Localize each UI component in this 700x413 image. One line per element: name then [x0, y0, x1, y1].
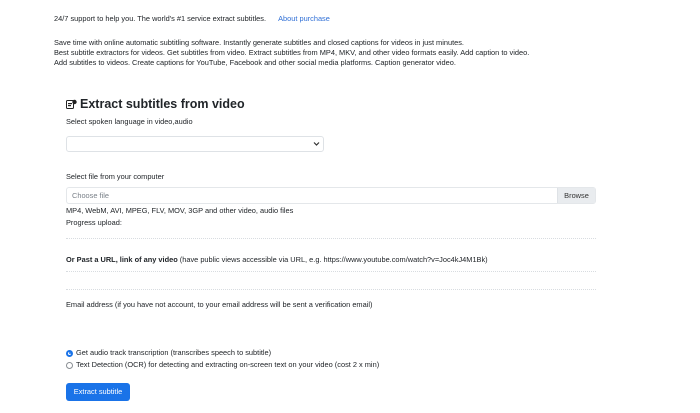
support-text: 24/7 support to help you. The world's #1… — [54, 14, 267, 23]
file-label: Select file from your computer — [66, 172, 165, 181]
email-label: Email address (if you have not account, … — [66, 300, 373, 309]
extract-subtitle-button[interactable]: Extract subtitle — [66, 383, 130, 401]
option-ocr[interactable]: Text Detection (OCR) for detecting and e… — [66, 360, 379, 370]
support-line: 24/7 support to help you. The world's #1… — [54, 14, 330, 24]
url-label-bold: Or Past a URL, link of any video — [66, 255, 178, 264]
language-label: Select spoken language in video,audio — [66, 117, 193, 126]
chevron-down-icon — [313, 140, 320, 150]
form-title: Extract subtitles from video — [66, 97, 245, 111]
option-transcription[interactable]: Get audio track transcription (transcrib… — [66, 348, 271, 358]
option-ocr-label: Text Detection (OCR) for detecting and e… — [76, 360, 380, 369]
option-transcription-label: Get audio track transcription (transcrib… — [76, 348, 272, 357]
description-line-2: Best subtitle extractors for videos. Get… — [54, 48, 530, 57]
email-input[interactable] — [66, 314, 596, 332]
url-input-bottom-border — [66, 289, 596, 290]
formats-text: MP4, WebM, AVI, MPEG, FLV, MOV, 3GP and … — [66, 206, 294, 215]
about-purchase-link[interactable]: About purchase — [278, 14, 330, 23]
description-line-3: Add subtitles to videos. Create captions… — [54, 58, 456, 67]
file-placeholder: Choose file — [72, 191, 109, 200]
radio-unchecked-icon[interactable] — [66, 361, 73, 369]
description: Save time with online automatic subtitli… — [54, 38, 529, 68]
file-input[interactable]: Choose file Browse — [66, 187, 596, 204]
progress-label: Progress upload: — [66, 218, 122, 227]
description-line-1: Save time with online automatic subtitli… — [54, 38, 464, 47]
url-label: Or Past a URL, link of any video (have p… — [66, 255, 488, 265]
url-label-rest: (have public views accessible via URL, e… — [177, 255, 488, 264]
language-select[interactable] — [66, 136, 324, 152]
browse-button[interactable]: Browse — [557, 188, 595, 203]
subtitle-cc-icon — [66, 99, 77, 110]
url-input[interactable] — [66, 271, 596, 289]
form-title-text: Extract subtitles from video — [80, 97, 245, 111]
radio-checked-icon[interactable] — [66, 349, 73, 357]
progress-bar — [66, 238, 596, 239]
